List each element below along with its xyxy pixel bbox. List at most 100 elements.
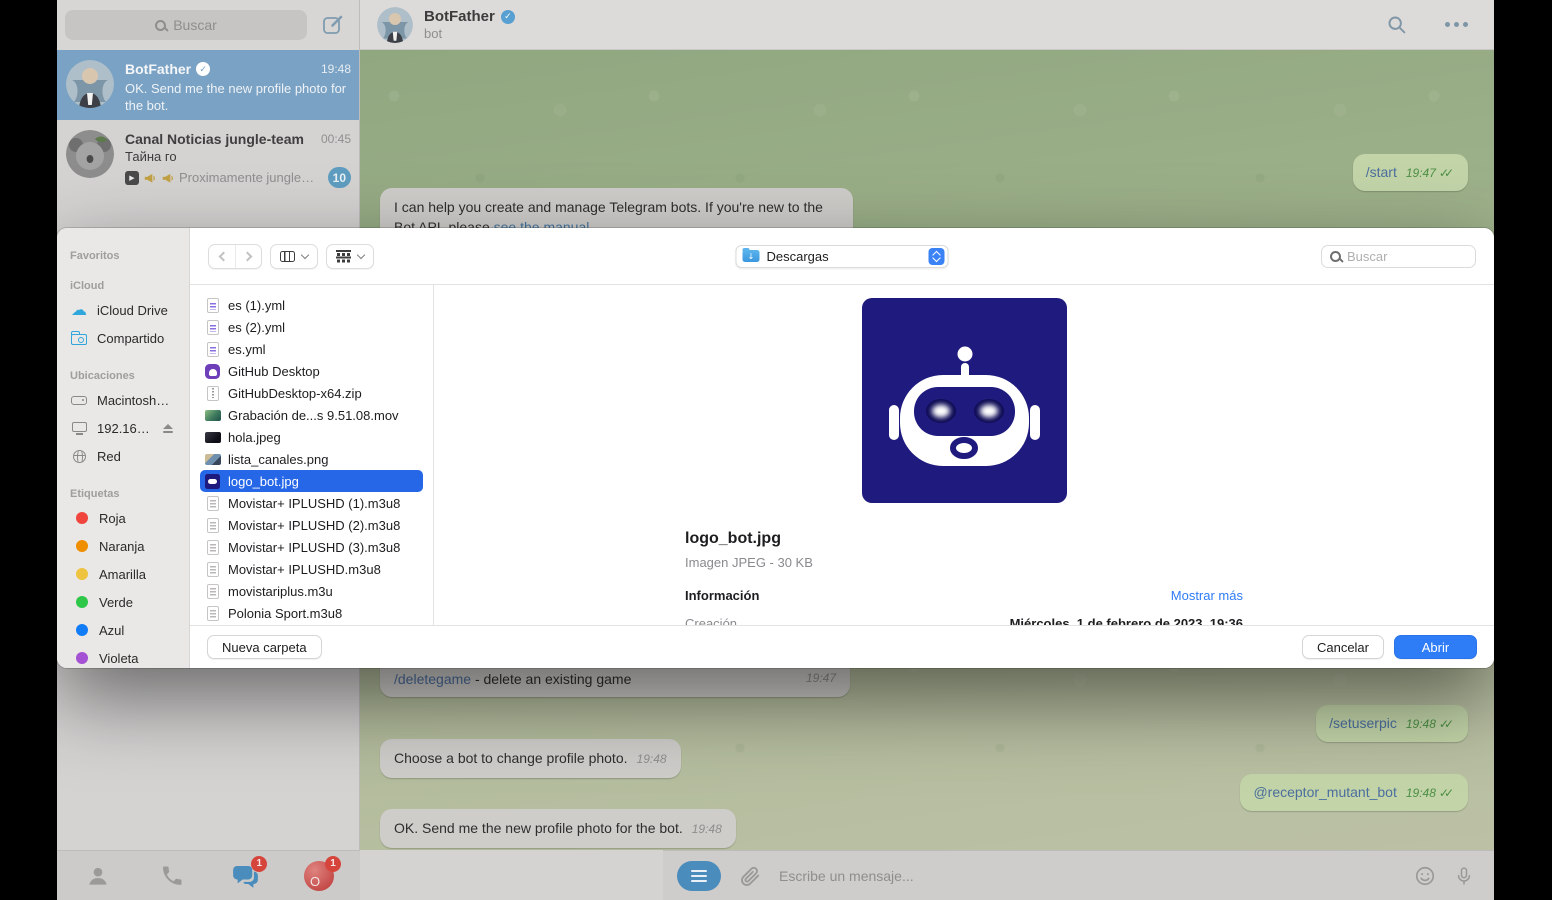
chat-search-row: Buscar <box>57 0 359 50</box>
sidebar-item-compartido[interactable]: Compartido <box>57 324 189 352</box>
forward-button[interactable] <box>235 245 261 268</box>
cloud-icon <box>70 302 88 318</box>
location-select[interactable]: Descargas <box>736 245 949 268</box>
mention-link[interactable]: @receptor_mutant_bot <box>1253 784 1396 800</box>
sidebar-item-192-16[interactable]: 192.16… <box>57 414 189 442</box>
new-message-icon[interactable] <box>321 13 345 37</box>
file-row-es-yml[interactable]: es.yml <box>200 338 423 360</box>
github-file-icon <box>204 363 221 380</box>
file-name: Polonia Sport.m3u8 <box>228 606 342 621</box>
sidebar-item-label: Naranja <box>99 539 145 554</box>
microphone-icon[interactable] <box>1454 865 1474 887</box>
globe-icon <box>70 450 88 463</box>
file-row-movistar-iplushd-m3u8[interactable]: Movistar+ IPLUSHD.m3u8 <box>200 558 423 580</box>
tag-dot-icon <box>76 568 88 580</box>
shared-icon <box>70 332 88 345</box>
sidebar-item-violeta[interactable]: Violeta <box>57 644 189 668</box>
sidebar-section-etiquetas: Etiquetas <box>70 488 189 500</box>
message-input[interactable]: Escribe un mensaje... <box>779 868 1396 884</box>
file-row-movistar-iplushd-2-m3u8[interactable]: Movistar+ IPLUSHD (2).m3u8 <box>200 514 423 536</box>
screen: Buscar <box>0 0 1552 900</box>
display-icon <box>70 422 88 435</box>
file-row-githubdesktop-x64-zip[interactable]: GitHubDesktop-x64.zip <box>200 382 423 404</box>
file-row-es-2-yml[interactable]: es (2).yml <box>200 316 423 338</box>
location-label: Descargas <box>767 249 922 264</box>
command-link[interactable]: /deletegame <box>394 671 471 687</box>
sidebar-item-naranja[interactable]: Naranja <box>57 532 189 560</box>
file-name: Grabación de...s 9.51.08.mov <box>228 408 399 423</box>
file-name: Movistar+ IPLUSHD (2).m3u8 <box>228 518 400 533</box>
finder-search-input[interactable]: Buscar <box>1321 245 1476 268</box>
file-name: Movistar+ IPLUSHD (3).m3u8 <box>228 540 400 555</box>
contacts-tab[interactable] <box>83 861 113 891</box>
message-in[interactable]: OK. Send me the new profile photo for th… <box>380 809 736 848</box>
finder-content: Descargas Buscar es (1).ymles (2).ymles.… <box>190 228 1494 668</box>
sidebar-item-macintosh[interactable]: Macintosh… <box>57 386 189 414</box>
message-in[interactable]: Choose a bot to change profile photo.19:… <box>380 739 681 778</box>
chevron-down-icon <box>301 250 309 258</box>
chevron-down-icon <box>357 250 365 258</box>
cancel-button[interactable]: Cancelar <box>1302 635 1384 659</box>
tag-dot-icon <box>76 596 88 608</box>
file-row-logo-bot-jpg[interactable]: logo_bot.jpg <box>200 470 423 492</box>
file-row-github-desktop[interactable]: GitHub Desktop <box>200 360 423 382</box>
file-row-polonia-sport-m3u8[interactable]: Polonia Sport.m3u8 <box>200 602 423 624</box>
sidebar-section-favoritos: Favoritos <box>70 250 189 262</box>
command-link[interactable]: /setuserpic <box>1329 715 1397 731</box>
file-name: GitHub Desktop <box>228 364 320 379</box>
finder-sidebar: FavoritosiCloudiCloud DriveCompartidoUbi… <box>57 228 190 668</box>
attach-icon[interactable] <box>739 865 761 887</box>
verified-icon <box>501 10 515 24</box>
file-row-hola-jpeg[interactable]: hola.jpeg <box>200 426 423 448</box>
show-more-link[interactable]: Mostrar más <box>1171 588 1243 603</box>
preview-meta: Imagen JPEG - 30 KB <box>685 555 1243 570</box>
message-time: 19:47 <box>806 668 836 688</box>
eject-icon[interactable] <box>162 424 173 433</box>
chat-search-input[interactable]: Buscar <box>65 10 307 40</box>
message-time: 19:48 <box>1406 717 1436 731</box>
message-out[interactable]: /setuserpic 19:48 <box>1316 705 1468 742</box>
bot-menu-button[interactable] <box>677 861 721 891</box>
file-row-lista-canales-png[interactable]: lista_canales.png <box>200 448 423 470</box>
file-name: GitHubDesktop-x64.zip <box>228 386 362 401</box>
sidebar-item-azul[interactable]: Azul <box>57 616 189 644</box>
sidebar-item-label: Roja <box>99 511 126 526</box>
sidebar-item-label: Verde <box>99 595 133 610</box>
settings-tab[interactable]: O 1 <box>304 861 334 891</box>
tag-dot-icon <box>76 512 88 524</box>
open-button[interactable]: Abrir <box>1394 635 1477 659</box>
view-mode-button[interactable] <box>270 244 318 269</box>
chat-list-item-canal-noticias[interactable]: Canal Noticias jungle-team 00:45 Тайна г… <box>57 120 359 190</box>
group-by-button[interactable] <box>326 244 374 269</box>
message-out[interactable]: /start19:47 <box>1353 154 1468 191</box>
emoji-icon[interactable] <box>1414 865 1436 887</box>
file-row-movistariplus-m3u[interactable]: movistariplus.m3u <box>200 580 423 602</box>
sidebar-item-amarilla[interactable]: Amarilla <box>57 560 189 588</box>
m3u-file-icon <box>204 561 221 578</box>
sidebar-item-red[interactable]: Red <box>57 442 189 470</box>
file-row-es-1-yml[interactable]: es (1).yml <box>200 294 423 316</box>
search-icon[interactable] <box>1386 14 1407 35</box>
calls-tab[interactable] <box>157 861 187 891</box>
file-row-grabaci-n-de-s-9-51-08-mov[interactable]: Grabación de...s 9.51.08.mov <box>200 404 423 426</box>
drive-icon <box>70 396 88 405</box>
file-row-movistar-iplushd-1-m3u8[interactable]: Movistar+ IPLUSHD (1).m3u8 <box>200 492 423 514</box>
file-name: movistariplus.m3u <box>228 584 333 599</box>
message-text: - delete an existing game <box>471 671 631 687</box>
sidebar-item-roja[interactable]: Roja <box>57 504 189 532</box>
chat-header[interactable]: BotFather bot <box>360 0 1494 50</box>
new-folder-button[interactable]: Nueva carpeta <box>207 635 322 659</box>
sidebar-item-icloud-drive[interactable]: iCloud Drive <box>57 296 189 324</box>
phone-icon <box>160 864 184 888</box>
message-out[interactable]: @receptor_mutant_bot19:48 <box>1240 774 1468 811</box>
mov-file-icon <box>204 407 221 424</box>
more-options-icon[interactable] <box>1445 22 1468 27</box>
back-button[interactable] <box>209 245 235 268</box>
sidebar-item-verde[interactable]: Verde <box>57 588 189 616</box>
chats-tab[interactable]: 1 <box>230 861 260 891</box>
chat-list-item-botfather[interactable]: BotFather 19:48 OK. Send me the new prof… <box>57 50 359 120</box>
open-file-dialog: FavoritosiCloudiCloud DriveCompartidoUbi… <box>57 228 1494 668</box>
chat-line2: Proximamente jungle… <box>179 170 314 185</box>
command-link[interactable]: /start <box>1366 164 1397 180</box>
file-row-movistar-iplushd-3-m3u8[interactable]: Movistar+ IPLUSHD (3).m3u8 <box>200 536 423 558</box>
